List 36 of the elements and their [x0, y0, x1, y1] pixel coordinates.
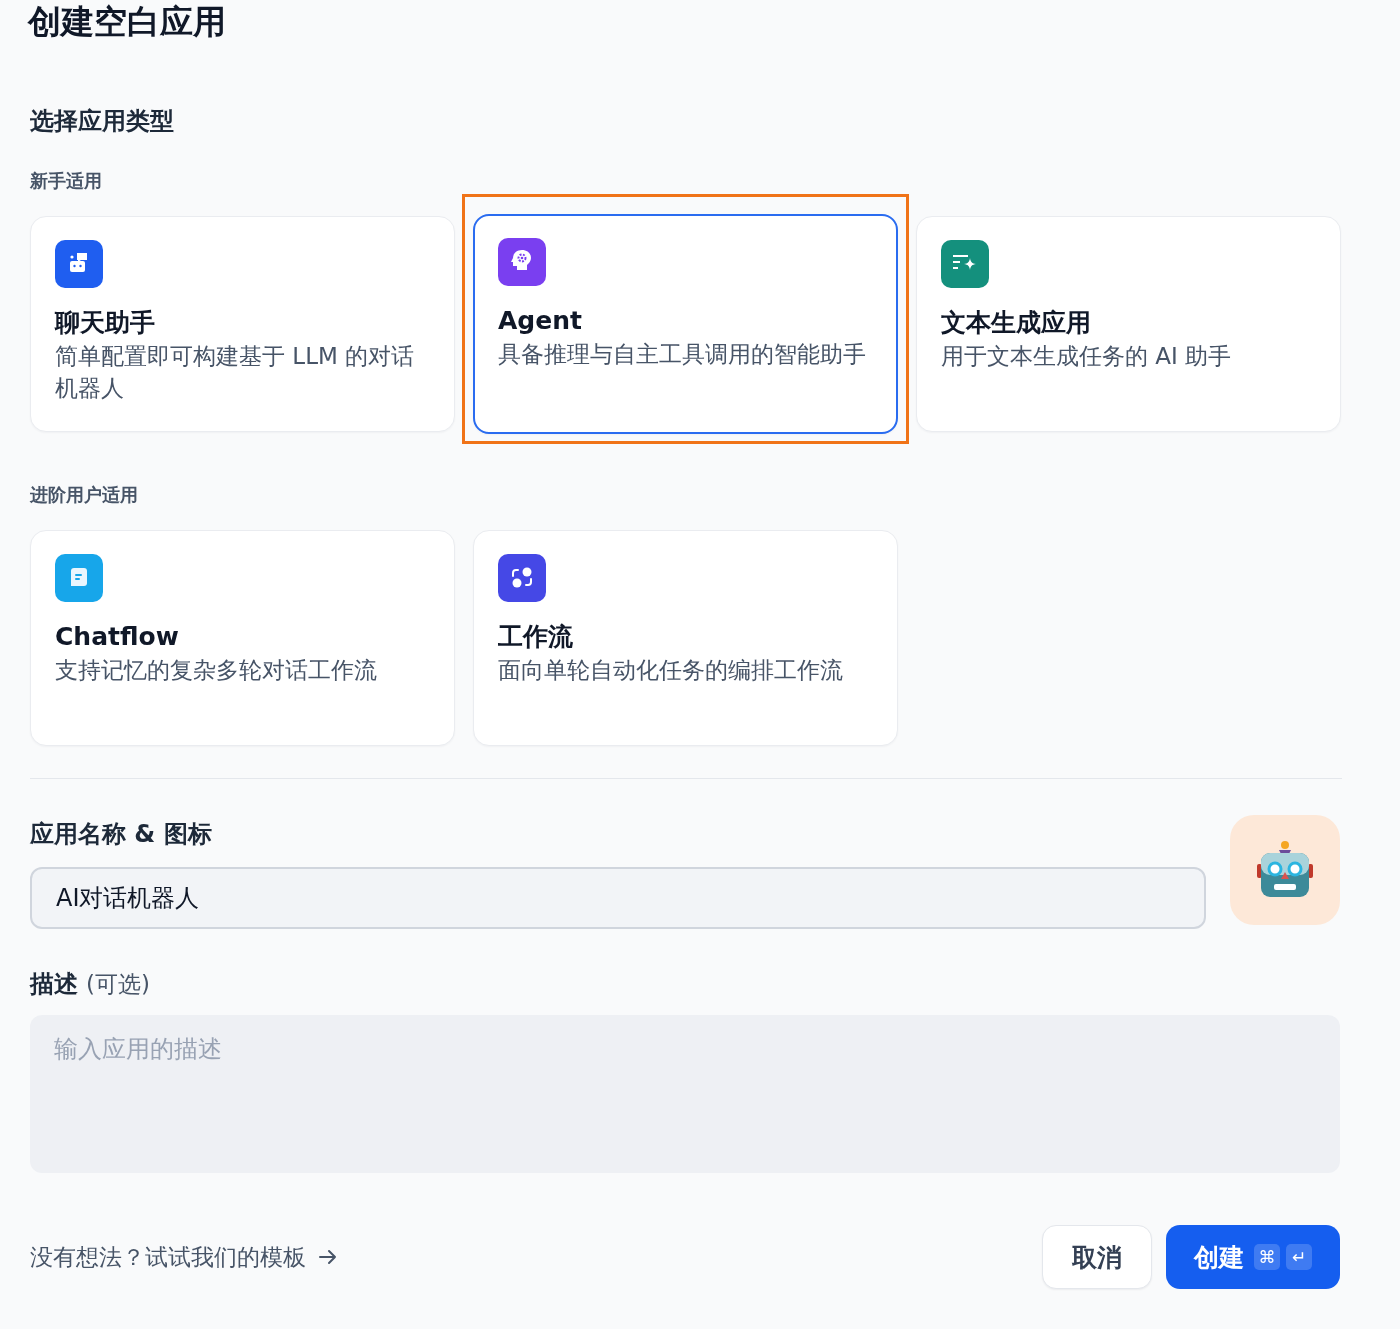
app-icon-picker[interactable] — [1230, 815, 1340, 925]
app-type-card[interactable]: Chatflow 支持记忆的复杂多轮对话工作流 — [30, 530, 455, 746]
app-type-card[interactable]: 文本生成应用 用于文本生成任务的 AI 助手 — [916, 216, 1341, 432]
app-type-description: 简单配置即可构建基于 LLM 的对话机器人 — [55, 342, 416, 403]
name-input-field[interactable]: AI对话机器人 — [30, 867, 1206, 929]
app-type-name: Agent — [498, 305, 583, 337]
group-label: 进阶用户适用 — [30, 483, 139, 507]
optional-hint: (可选) — [86, 970, 150, 999]
chatflow-app-icon — [55, 554, 103, 602]
template-link[interactable]: 没有想法？试试我们的模板 — [30, 1241, 338, 1273]
group-label: 新手适用 — [30, 169, 103, 193]
workflow-app-icon — [498, 554, 546, 602]
app-type-card[interactable]: Agent 具备推理与自主工具调用的智能助手 — [473, 214, 898, 434]
create-button[interactable]: 创建 ⌘ ↵ — [1166, 1225, 1340, 1289]
shortcut-key: ⌘ — [1254, 1244, 1280, 1270]
field-label: 描述 — [30, 969, 78, 1000]
arrow-right-icon — [318, 1248, 338, 1266]
app-type-card[interactable]: 聊天助手 简单配置即可构建基于 LLM 的对话机器人 — [30, 216, 455, 432]
app-type-description: 用于文本生成任务的 AI 助手 — [941, 342, 1233, 371]
app-type-name: 文本生成应用 — [941, 307, 1092, 339]
app-type-description: 具备推理与自主工具调用的智能助手 — [498, 340, 867, 369]
section-title: 选择应用类型 — [30, 106, 175, 137]
cancel-button[interactable]: 取消 — [1042, 1225, 1152, 1289]
app-type-name: 工作流 — [498, 621, 574, 653]
text-app-icon — [941, 240, 989, 288]
app-type-description: 面向单轮自动化任务的编排工作流 — [498, 656, 844, 685]
app-type-name: 聊天助手 — [55, 307, 156, 339]
description-field[interactable]: 输入应用的描述 — [30, 1015, 1340, 1173]
app-type-card[interactable]: 工作流 面向单轮自动化任务的编排工作流 — [473, 530, 898, 746]
dialog-title: 创建空白应用 — [28, 2, 227, 42]
field-label: 应用名称 & 图标 — [30, 819, 213, 850]
app-type-description: 支持记忆的复杂多轮对话工作流 — [55, 656, 378, 685]
agent-app-icon — [498, 238, 546, 286]
shortcut-key: ↵ — [1286, 1244, 1312, 1270]
app-type-name: Chatflow — [55, 621, 180, 653]
chat-app-icon — [55, 240, 103, 288]
